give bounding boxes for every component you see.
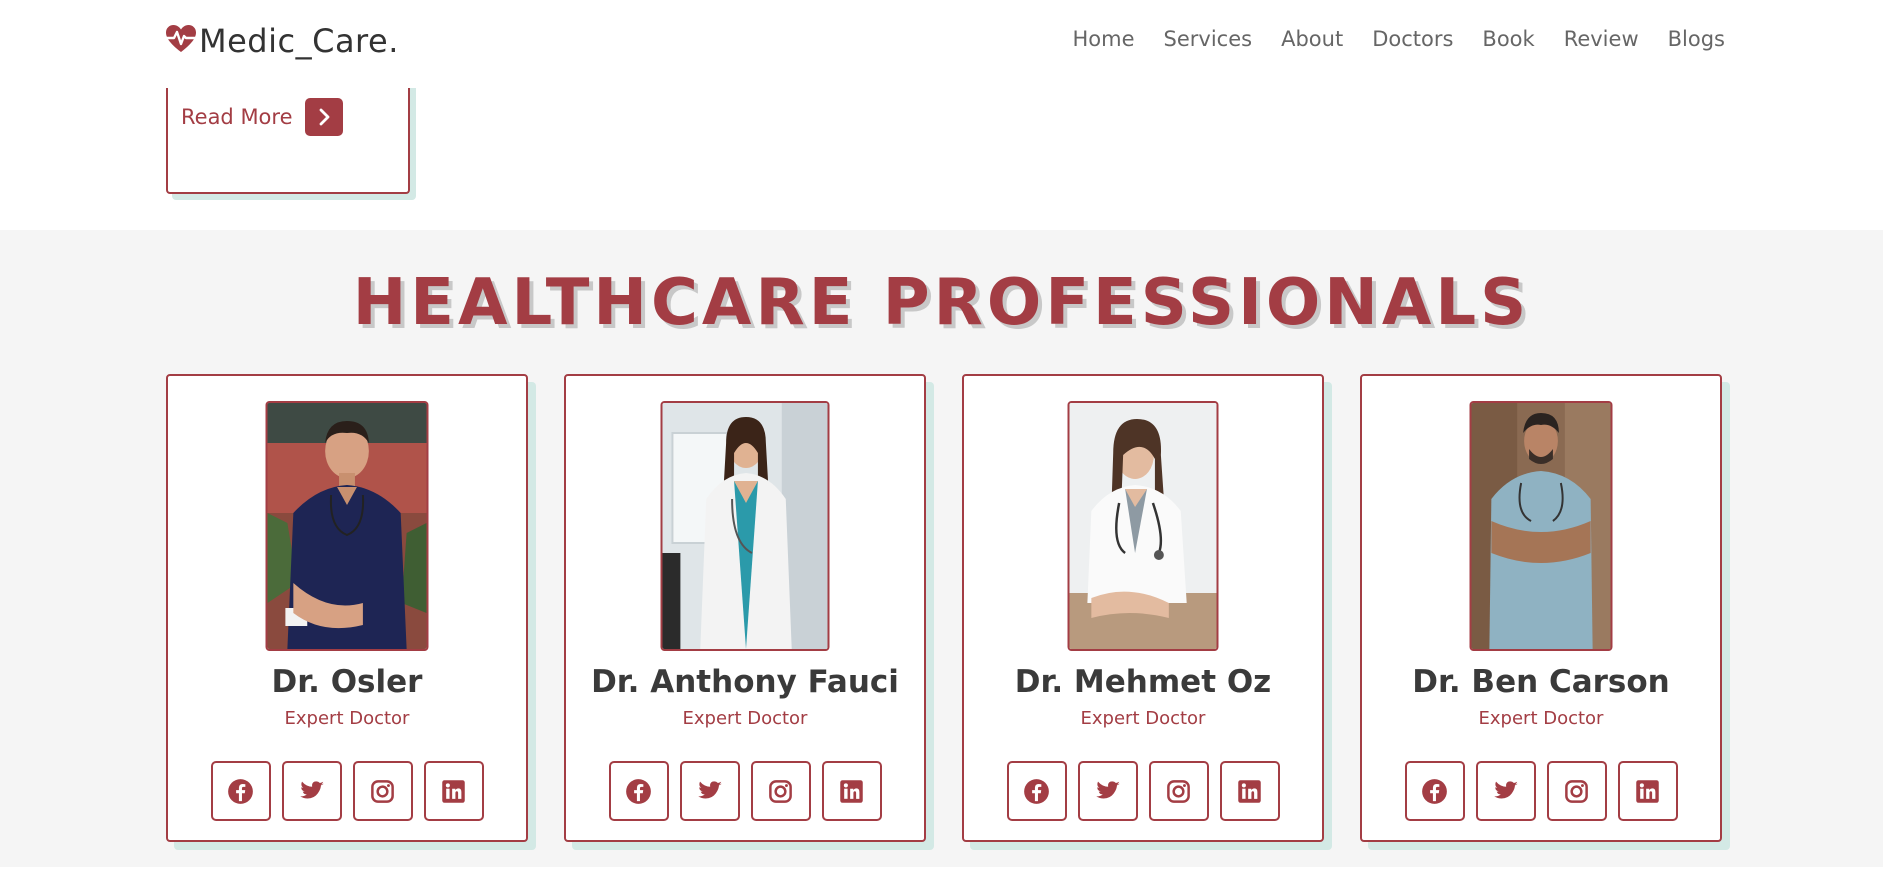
doctor-card: Dr. Osler Expert Doctor: [166, 374, 528, 842]
twitter-icon[interactable]: [679, 761, 740, 821]
nav-review[interactable]: Review: [1564, 27, 1639, 51]
social-links: [566, 761, 924, 821]
doctor-name: Dr. Anthony Fauci: [591, 664, 899, 700]
twitter-icon[interactable]: [1475, 761, 1536, 821]
linkedin-icon[interactable]: [423, 761, 484, 821]
doctor-card: Dr. Anthony Fauci Expert Doctor: [564, 374, 926, 842]
logo-text: Medic_Care.: [199, 22, 399, 60]
instagram-icon[interactable]: [750, 761, 811, 821]
doctor-role: Expert Doctor: [1080, 708, 1206, 729]
facebook-icon[interactable]: [1006, 761, 1067, 821]
doctor-name: Dr. Osler: [271, 664, 423, 700]
facebook-icon[interactable]: [1404, 761, 1465, 821]
main-nav: Home Services About Doctors Book Review …: [1073, 27, 1725, 51]
site-header: Medic_Care. Home Services About Doctors …: [0, 0, 1883, 88]
read-more-link[interactable]: Read More: [181, 98, 343, 136]
linkedin-icon[interactable]: [1617, 761, 1678, 821]
nav-about[interactable]: About: [1281, 27, 1343, 51]
doctor-photo: [265, 401, 429, 651]
instagram-icon[interactable]: [1148, 761, 1209, 821]
doctor-photo: [1067, 401, 1219, 651]
doctor-role: Expert Doctor: [284, 708, 410, 729]
blogs-section-tail: Read More: [0, 78, 1883, 230]
section-title: HEALTHCARE PROFESSIONALS: [352, 266, 1531, 340]
instagram-icon[interactable]: [352, 761, 413, 821]
doctor-photo: [1469, 401, 1613, 651]
doctor-card: Dr. Mehmet Oz Expert Doctor: [962, 374, 1324, 842]
social-links: [1362, 761, 1720, 821]
heartbeat-icon: [165, 24, 197, 58]
facebook-icon[interactable]: [210, 761, 271, 821]
social-links: [964, 761, 1322, 821]
instagram-icon[interactable]: [1546, 761, 1607, 821]
page-bottom: [0, 867, 1883, 892]
nav-doctors[interactable]: Doctors: [1372, 27, 1453, 51]
doctors-section: HEALTHCARE PROFESSIONALS Dr. Osler Exper…: [0, 230, 1883, 867]
doctor-name: Dr. Mehmet Oz: [1014, 664, 1272, 700]
nav-blogs[interactable]: Blogs: [1668, 27, 1725, 51]
nav-services[interactable]: Services: [1164, 27, 1253, 51]
read-more-label: Read More: [181, 105, 293, 129]
nav-home[interactable]: Home: [1073, 27, 1135, 51]
nav-book[interactable]: Book: [1482, 27, 1534, 51]
linkedin-icon[interactable]: [821, 761, 882, 821]
facebook-icon[interactable]: [608, 761, 669, 821]
doctor-cards: Dr. Osler Expert Doctor Dr. Anthony Fauc…: [166, 374, 1722, 842]
linkedin-icon[interactable]: [1219, 761, 1280, 821]
logo[interactable]: Medic_Care.: [165, 22, 399, 60]
social-links: [168, 761, 526, 821]
doctor-role: Expert Doctor: [682, 708, 808, 729]
chevron-right-icon[interactable]: [304, 98, 343, 136]
doctor-card: Dr. Ben Carson Expert Doctor: [1360, 374, 1722, 842]
doctor-photo: [660, 401, 830, 651]
doctor-name: Dr. Ben Carson: [1412, 664, 1670, 700]
twitter-icon[interactable]: [281, 761, 342, 821]
blog-card: Read More: [166, 78, 410, 194]
doctor-role: Expert Doctor: [1478, 708, 1604, 729]
twitter-icon[interactable]: [1077, 761, 1138, 821]
